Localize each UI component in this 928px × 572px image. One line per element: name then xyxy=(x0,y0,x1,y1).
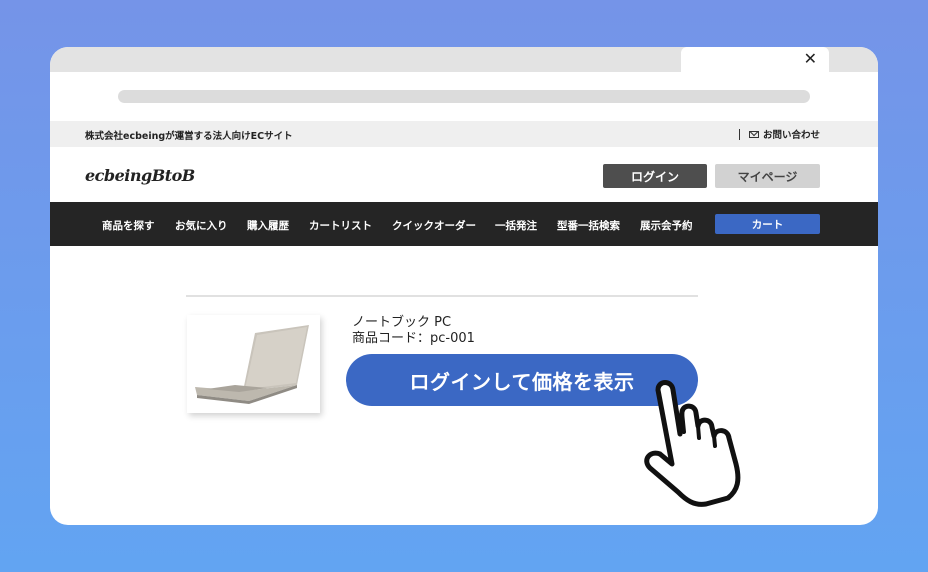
contact-label: お問い合わせ xyxy=(762,130,820,141)
nav-item-cart-list[interactable]: カートリスト xyxy=(309,218,372,233)
tab-bar: ✕ xyxy=(50,47,878,72)
main-nav: 商品を探す お気に入り 購入履歴 カートリスト クイックオーダー 一括発注 型番… xyxy=(50,202,878,246)
nav-item-purchase-history[interactable]: 購入履歴 xyxy=(247,218,289,233)
close-icon[interactable]: ✕ xyxy=(804,50,817,68)
mail-icon xyxy=(748,130,759,138)
hand-pointer-icon xyxy=(644,380,741,507)
address-bar[interactable] xyxy=(118,90,810,103)
top-info-strip: 株式会社ecbeingが運営する法人向けECサイト お問い合わせ xyxy=(50,121,878,147)
login-button[interactable]: ログイン xyxy=(603,164,707,188)
company-text: 株式会社ecbeingが運営する法人向けECサイト xyxy=(85,131,293,142)
content-divider xyxy=(186,295,698,297)
contact-link[interactable]: お問い合わせ xyxy=(738,127,820,141)
browser-tab[interactable]: ✕ xyxy=(681,47,829,72)
nav-item-exhibition[interactable]: 展示会予約 xyxy=(640,218,693,233)
nav-item-quick-order[interactable]: クイックオーダー xyxy=(392,218,476,233)
laptop-icon xyxy=(195,325,309,404)
product-image[interactable] xyxy=(187,315,320,413)
nav-item-favorites[interactable]: お気に入り xyxy=(175,218,228,233)
cart-button[interactable]: カート xyxy=(715,214,820,234)
separator xyxy=(738,128,740,140)
site-logo[interactable]: ecbeingBtoB xyxy=(85,166,195,185)
mypage-button[interactable]: マイページ xyxy=(715,164,820,188)
product-code: 商品コード：pc-001 xyxy=(352,331,475,346)
nav-item-model-search[interactable]: 型番一括検索 xyxy=(557,218,620,233)
nav-item-bulk-order[interactable]: 一括発注 xyxy=(495,218,537,233)
nav-item-search-products[interactable]: 商品を探す xyxy=(102,218,155,233)
